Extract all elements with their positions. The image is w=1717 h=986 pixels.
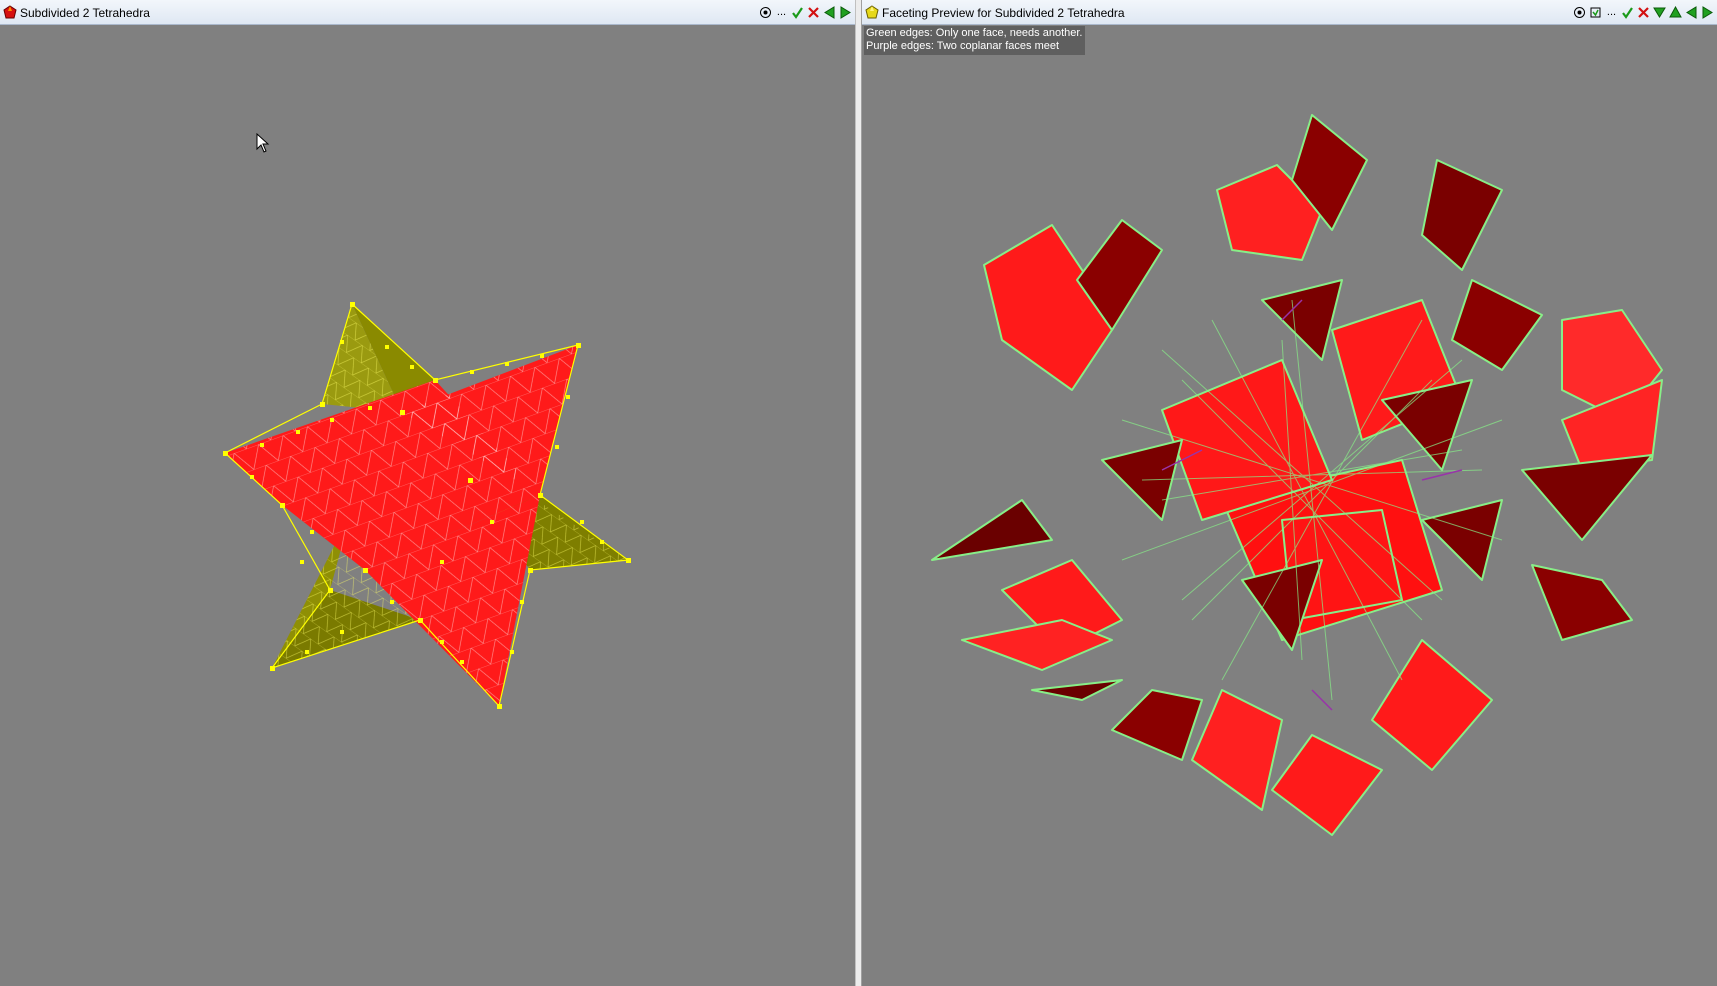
prev-arrow-icon[interactable]: [822, 4, 837, 20]
right-toolbar: ...: [1572, 4, 1715, 21]
yellow-polyhedron-icon: [865, 5, 879, 19]
check-icon[interactable]: [1620, 4, 1635, 20]
red-polyhedron-icon: [3, 5, 17, 19]
mouse-cursor-icon: [256, 133, 270, 153]
right-titlebar: Faceting Preview for Subdivided 2 Tetrah…: [862, 0, 1717, 25]
filter-icon[interactable]: [1652, 4, 1667, 20]
legend-green-edges: Green edges: Only one face, needs anothe…: [866, 27, 1083, 39]
target-icon[interactable]: [1572, 4, 1587, 20]
stella-octangula-model: [223, 302, 631, 709]
window-splitter[interactable]: [855, 0, 862, 986]
left-toolbar: ...: [758, 4, 853, 21]
red-tetrahedron: [225, 345, 578, 706]
right-window-title: Faceting Preview for Subdivided 2 Tetrah…: [882, 6, 1125, 20]
flag-icon[interactable]: [1668, 4, 1683, 20]
close-icon[interactable]: [806, 4, 821, 20]
next-arrow-icon[interactable]: [1700, 4, 1715, 20]
legend-purple-edges: Purple edges: Two coplanar faces meet: [866, 40, 1060, 52]
check-icon[interactable]: [790, 4, 805, 20]
left-3d-viewport[interactable]: [0, 25, 855, 986]
ellipsis-icon[interactable]: ...: [1604, 4, 1619, 20]
right-window: Faceting Preview for Subdivided 2 Tetrah…: [862, 0, 1717, 986]
ellipsis-icon[interactable]: ...: [774, 4, 789, 20]
faceting-preview-model: [931, 114, 1663, 836]
target-icon[interactable]: [758, 4, 773, 20]
prev-arrow-icon[interactable]: [1684, 4, 1699, 20]
reload-icon[interactable]: [1588, 4, 1603, 20]
close-icon[interactable]: [1636, 4, 1651, 20]
left-titlebar: Subdivided 2 Tetrahedra ...: [0, 0, 855, 25]
left-window: Subdivided 2 Tetrahedra ...: [0, 0, 855, 986]
right-3d-viewport[interactable]: [862, 25, 1717, 986]
left-window-title: Subdivided 2 Tetrahedra: [20, 6, 150, 20]
edge-legend: Green edges: Only one face, needs anothe…: [864, 26, 1086, 55]
next-arrow-icon[interactable]: [838, 4, 853, 20]
